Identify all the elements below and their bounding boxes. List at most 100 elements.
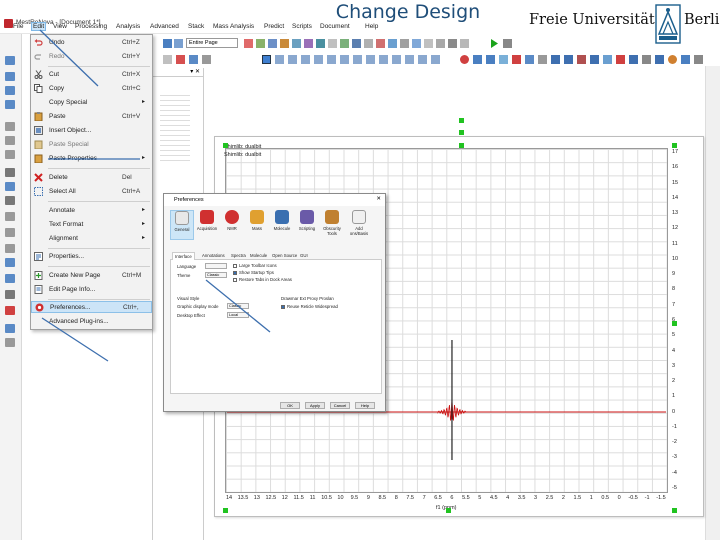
graphic-mode-label: Graphic display mode xyxy=(177,304,219,309)
submenu-arrow-icon: ▸ xyxy=(142,207,146,213)
startup-tips-label: Show Startup Tips xyxy=(239,270,274,275)
menu-item-cut[interactable]: Cut Ctrl+X xyxy=(31,69,152,81)
category-tools[interactable]: Obscurity Tools xyxy=(320,210,344,240)
visual-style-heading: Visual Style xyxy=(177,296,200,301)
general-icon xyxy=(175,211,189,225)
page-info-icon xyxy=(34,285,43,294)
tab-molecule[interactable]: Molecule xyxy=(248,252,269,260)
desktop-effect-select[interactable]: Local xyxy=(227,312,249,318)
reuse-label: Reuse Reticle Widespread xyxy=(287,304,338,309)
menu-item-edit-page-info[interactable]: Edit Page Info... xyxy=(31,284,152,296)
category-molecule[interactable]: Molecule xyxy=(270,210,294,240)
menu-item-undo[interactable]: Undo Ctrl+Z xyxy=(31,37,152,49)
menu-item-copy-special[interactable]: Copy Special ▸ xyxy=(31,97,152,109)
tab-spectra[interactable]: Spectra xyxy=(229,252,248,260)
preferences-subtabs: Interface Annotations Spectra Molecule O… xyxy=(170,252,382,260)
language-select[interactable] xyxy=(205,263,227,269)
preferences-dialog: Preferences ✕ General Acquisition NMR Ma… xyxy=(163,193,386,412)
cut-icon xyxy=(34,70,43,79)
submenu-arrow-icon: ▸ xyxy=(142,155,146,161)
menu-item-copy[interactable]: Copy Ctrl+C xyxy=(31,83,152,95)
reuse-checkbox[interactable] xyxy=(281,305,285,309)
category-acquisition[interactable]: Acquisition xyxy=(195,210,219,240)
menu-item-annotate[interactable]: Annotate ▸ xyxy=(31,205,152,217)
menu-item-redo[interactable]: Redo Ctrl+Y xyxy=(31,51,152,63)
menu-item-alignment[interactable]: Alignment ▸ xyxy=(31,233,152,245)
close-icon[interactable]: ✕ xyxy=(376,196,381,202)
nmr-icon xyxy=(225,210,239,224)
paste-special-icon xyxy=(34,140,43,149)
scripting-icon xyxy=(300,210,314,224)
selection-handle[interactable] xyxy=(459,143,464,148)
menu-separator xyxy=(48,168,150,169)
menu-separator xyxy=(48,201,150,202)
selection-handle[interactable] xyxy=(459,130,464,135)
menu-item-select-all[interactable]: Select All Ctrl+A xyxy=(31,186,152,198)
tab-open-source[interactable]: Open Source xyxy=(270,252,299,260)
properties-icon xyxy=(34,252,43,261)
redo-icon xyxy=(34,54,41,60)
menu-item-text-format[interactable]: Text Format ▸ xyxy=(31,219,152,231)
select-all-icon xyxy=(34,187,43,196)
menu-item-delete[interactable]: Delete Del xyxy=(31,172,152,184)
restore-tabs-label: Restore Tabs in Dock Areas xyxy=(239,277,292,282)
menu-separator xyxy=(48,248,150,249)
copy-icon xyxy=(34,84,43,93)
selection-handle[interactable] xyxy=(672,321,677,326)
menu-item-insert-object[interactable]: Insert Object... xyxy=(31,125,152,137)
proxy-heading: Drawmar Ext Proxy Proslan xyxy=(281,296,334,301)
category-mass[interactable]: Mass xyxy=(245,210,269,240)
menu-separator xyxy=(48,266,150,267)
paste-properties-icon xyxy=(34,154,43,163)
selection-handle[interactable] xyxy=(446,508,451,513)
startup-tips-checkbox[interactable] xyxy=(233,271,237,275)
menu-item-paste[interactable]: Paste Ctrl+V xyxy=(31,111,152,123)
submenu-arrow-icon: ▸ xyxy=(142,221,146,227)
menu-item-paste-properties[interactable]: Paste Properties ▸ xyxy=(31,153,152,165)
theme-label: Theme xyxy=(177,273,191,278)
molecule-icon xyxy=(275,210,289,224)
tab-gui[interactable]: GUI xyxy=(298,252,310,260)
dialog-title: Preferences xyxy=(174,197,204,203)
graphic-mode-select[interactable]: Classic xyxy=(227,303,249,309)
cancel-button[interactable]: Cancel xyxy=(330,402,350,409)
menu-item-advanced-plugins[interactable]: Advanced Plug-ins... xyxy=(31,316,152,328)
ok-button[interactable]: OK xyxy=(280,402,300,409)
menu-separator xyxy=(48,299,150,300)
category-addons[interactable]: Add ons/Basis xyxy=(347,210,371,240)
undo-icon xyxy=(34,39,43,46)
large-icons-checkbox[interactable] xyxy=(233,264,237,268)
tab-annotations[interactable]: Annotations xyxy=(200,252,227,260)
tools-icon xyxy=(325,210,339,224)
acquisition-icon xyxy=(200,210,214,224)
large-icons-label: Large Toolbar Icons xyxy=(239,263,277,268)
selection-handle[interactable] xyxy=(223,508,228,513)
selection-handle[interactable] xyxy=(459,118,464,123)
theme-select[interactable]: Classic xyxy=(205,272,227,278)
menu-separator xyxy=(48,66,150,67)
desktop-effect-label: Desktop Effect xyxy=(177,313,205,318)
submenu-arrow-icon: ▸ xyxy=(142,235,146,241)
language-label: Language xyxy=(177,264,197,269)
apply-button[interactable]: Apply xyxy=(305,402,325,409)
category-general[interactable]: General xyxy=(170,210,194,240)
menu-item-preferences[interactable]: Preferences... Ctrl+, xyxy=(31,301,152,313)
selection-handle[interactable] xyxy=(672,508,677,513)
addons-icon xyxy=(352,210,366,224)
selection-handle[interactable] xyxy=(223,143,228,148)
help-button[interactable]: Help xyxy=(355,402,375,409)
tab-interface[interactable]: Interface xyxy=(172,252,195,260)
restore-tabs-checkbox[interactable] xyxy=(233,278,237,282)
selection-handle[interactable] xyxy=(672,143,677,148)
category-scripting[interactable]: Scripting xyxy=(295,210,319,240)
preferences-icon xyxy=(35,303,44,312)
new-page-icon xyxy=(34,271,43,280)
insert-object-icon xyxy=(34,126,43,135)
menu-item-properties[interactable]: Properties... xyxy=(31,251,152,263)
menu-item-paste-special[interactable]: Paste Special xyxy=(31,139,152,151)
delete-icon xyxy=(34,173,43,182)
dialog-titlebar: Preferences ✕ xyxy=(164,194,385,206)
preferences-panel: Language Theme Classic Large Toolbar Ico… xyxy=(170,260,382,394)
menu-item-create-new-page[interactable]: Create New Page Ctrl+M xyxy=(31,270,152,282)
category-nmr[interactable]: NMR xyxy=(220,210,244,240)
